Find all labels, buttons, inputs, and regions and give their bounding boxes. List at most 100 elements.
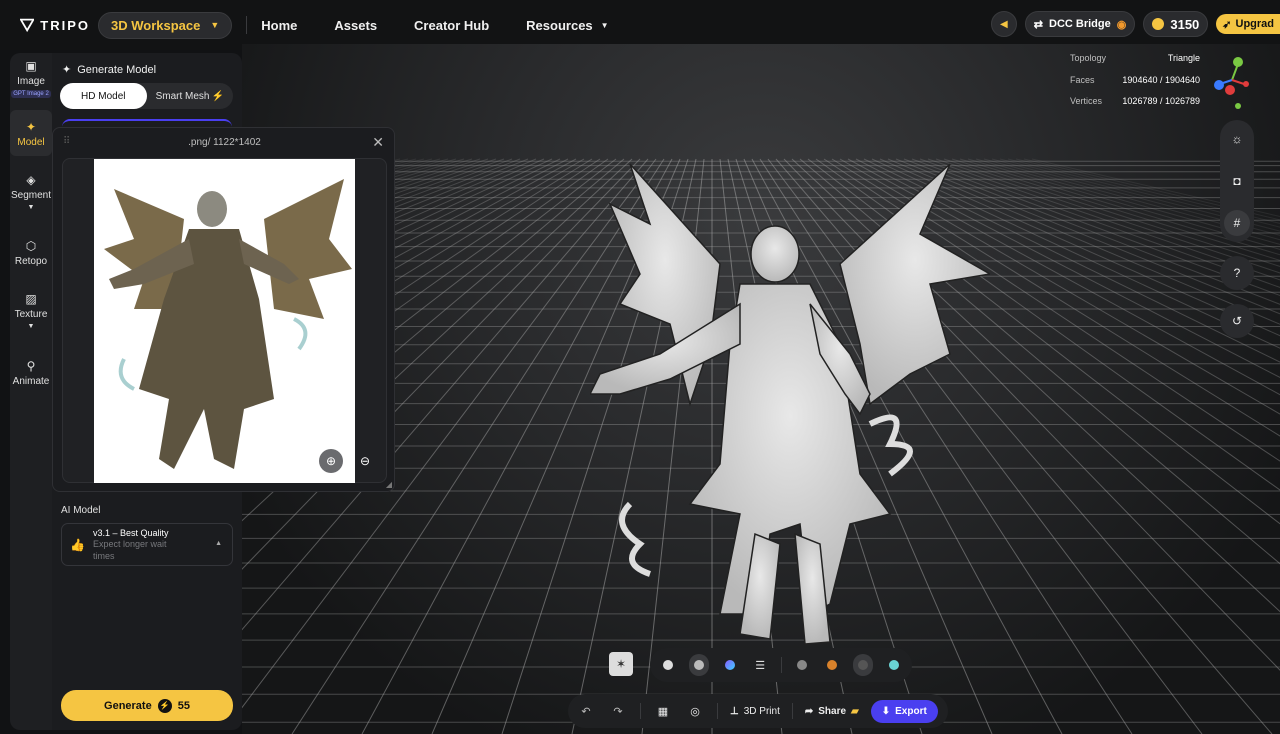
stat-label: Topology — [1070, 53, 1107, 63]
panel-title: Generate Model — [77, 63, 157, 76]
mode-smart-mesh[interactable]: Smart Mesh ⚡ — [147, 83, 234, 109]
dcc-bridge-button[interactable]: ⇄ DCC Bridge ◉ — [1024, 11, 1136, 37]
3d-viewport[interactable]: Topology Triangle Faces 1904640 / 1904640 … — [242, 44, 1280, 734]
stat-topology: Topology Triangle — [1070, 53, 1200, 75]
ai-model-desc: Expect longer wait times — [92, 539, 167, 561]
render-mode-bar: ☰ — [650, 648, 912, 682]
stat-value: 1026789 / 1026789 — [1122, 96, 1200, 106]
image-preview-popup[interactable]: ⠿ .png/ 1122*1402 ✕ ⊕ ⊖ ◢ — [52, 127, 395, 492]
rail-item-animate[interactable]: ⚲ Animate — [10, 359, 52, 387]
generate-cost: 55 — [177, 699, 190, 712]
render-normal-button[interactable] — [719, 654, 740, 676]
upgrade-button[interactable]: ➶ Upgrad — [1216, 14, 1280, 34]
question-icon: ? — [1233, 266, 1241, 280]
nav-assets[interactable]: Assets — [334, 18, 377, 33]
normal-ball-icon — [724, 660, 735, 670]
logo-text: TRIPO — [40, 17, 90, 33]
grid-icon: # — [1233, 216, 1241, 230]
nav-home[interactable]: Home — [261, 18, 297, 33]
texture-icon: ▨ — [25, 292, 37, 306]
3d-print-button[interactable]: ⊥ 3D Print — [730, 706, 780, 717]
rocket-icon: ➶ — [1222, 18, 1232, 31]
retopo-icon: ⬡ — [25, 239, 37, 253]
model-thumbnail[interactable]: ✶ — [609, 652, 633, 676]
material-cyan-button[interactable] — [883, 654, 904, 676]
clay-ball-icon — [663, 660, 674, 670]
nav-creator-hub[interactable]: Creator Hub — [414, 18, 489, 33]
rail-item-segment[interactable]: ◈ Segment ▼ — [10, 173, 52, 211]
rail-label: Image — [17, 76, 45, 87]
material-orange-button[interactable] — [822, 654, 843, 676]
running-person-icon: ⚲ — [26, 359, 36, 373]
viewport-side-tools: ☼ ◘ # ? ↺ — [1220, 120, 1254, 338]
link-icon: ⇄ — [1033, 18, 1044, 31]
redo-button[interactable]: ↷ — [608, 705, 628, 718]
ai-model-select[interactable]: 👍 v3.1 – Best Quality Expect longer wait… — [61, 523, 233, 566]
chevron-down-icon: ▼ — [27, 323, 35, 330]
rail-item-retopo[interactable]: ⬡ Retopo — [10, 239, 52, 267]
orbit-button[interactable]: ◎ — [685, 705, 705, 718]
action-bar: ↶ ↷ ▦ ◎ ⊥ 3D Print ➦ Share ▰ ⬇ Export — [568, 694, 948, 728]
mode-hd-model[interactable]: HD Model — [60, 83, 147, 109]
stat-label: Vertices — [1070, 96, 1103, 106]
material-dark-button[interactable] — [852, 654, 874, 676]
zoom-in-button[interactable]: ⊕ — [319, 449, 343, 473]
screenshot-button[interactable]: ◘ — [1224, 168, 1250, 194]
rail-label: Model — [17, 137, 45, 148]
material-gray-button[interactable] — [791, 654, 812, 676]
history-button[interactable]: ↺ — [1220, 304, 1254, 338]
credits-badge[interactable]: 3150 — [1143, 11, 1209, 37]
nav-label: Creator Hub — [414, 17, 490, 33]
share-button[interactable]: ➦ Share ▰ — [805, 706, 859, 717]
generate-button[interactable]: Generate ⚡ 55 — [61, 690, 233, 721]
rail-item-texture[interactable]: ▨ Texture ▼ — [10, 292, 52, 330]
base-ball-icon — [693, 660, 704, 670]
mode-toggle: HD Model Smart Mesh ⚡ — [60, 83, 233, 109]
workspace-label: 3D Workspace — [111, 17, 201, 33]
zoom-in-icon: ⊕ — [325, 454, 337, 468]
history-icon: ↺ — [1231, 314, 1243, 328]
sparkle-icon: ✦ — [62, 64, 72, 76]
popup-title: .png/ 1122*1402 — [188, 137, 261, 148]
lighting-button[interactable]: ☼ — [1224, 126, 1250, 152]
rail-label: Segment — [10, 190, 52, 201]
stat-vertices: Vertices 1026789 / 1026789 — [1070, 96, 1200, 118]
help-button[interactable]: ? — [1220, 256, 1254, 290]
orange-ball-icon — [827, 660, 838, 670]
zoom-out-button[interactable]: ⊖ — [355, 451, 375, 471]
nav-resources[interactable]: Resources ▼ — [526, 18, 608, 33]
dcc-bridge-label: DCC Bridge — [1049, 18, 1111, 30]
coins-icon: ▰ — [851, 705, 859, 717]
cyan-ball-icon — [888, 660, 899, 670]
chevron-down-icon: ▼ — [27, 204, 35, 211]
share-icon: ➦ — [804, 705, 814, 717]
rail-item-image[interactable]: ▣ Image GPT Image 2 — [10, 59, 52, 107]
rail-item-model[interactable]: ✦ Model — [10, 110, 52, 156]
resize-handle-icon[interactable]: ◢ — [386, 480, 392, 489]
render-settings-button[interactable]: ☰ — [750, 654, 771, 676]
thumbs-up-icon: 👍 — [70, 538, 85, 552]
image-icon: ▣ — [25, 59, 37, 73]
logo[interactable]: TRIPO — [20, 17, 90, 33]
printer-icon: ⊥ — [730, 705, 739, 717]
announcement-button[interactable]: ◀ — [990, 11, 1017, 37]
download-icon: ⬇ — [881, 705, 891, 717]
stat-faces: Faces 1904640 / 1904640 — [1070, 75, 1200, 97]
close-icon[interactable]: ✕ — [372, 134, 384, 151]
nav-label: Resources — [526, 17, 593, 33]
render-base-button[interactable] — [688, 654, 710, 676]
reference-image — [94, 159, 355, 483]
sun-icon: ☼ — [1231, 132, 1243, 146]
render-clay-button[interactable] — [658, 654, 679, 676]
generate-label: Generate — [104, 699, 152, 712]
lightning-icon: ⚡ — [211, 90, 224, 102]
export-button[interactable]: ⬇ Export — [870, 699, 938, 723]
gift-button[interactable]: ▦ — [653, 705, 673, 718]
grid-toggle-button[interactable]: # — [1224, 210, 1250, 236]
zoom-out-icon: ⊖ — [359, 454, 371, 468]
workspace-dropdown[interactable]: 3D Workspace ▼ — [98, 11, 233, 39]
axis-gizmo-icon[interactable] — [1212, 52, 1252, 110]
undo-button[interactable]: ↶ — [576, 705, 596, 718]
tripo-logo-icon — [20, 18, 35, 33]
chevron-down-icon: ▼ — [600, 20, 609, 30]
